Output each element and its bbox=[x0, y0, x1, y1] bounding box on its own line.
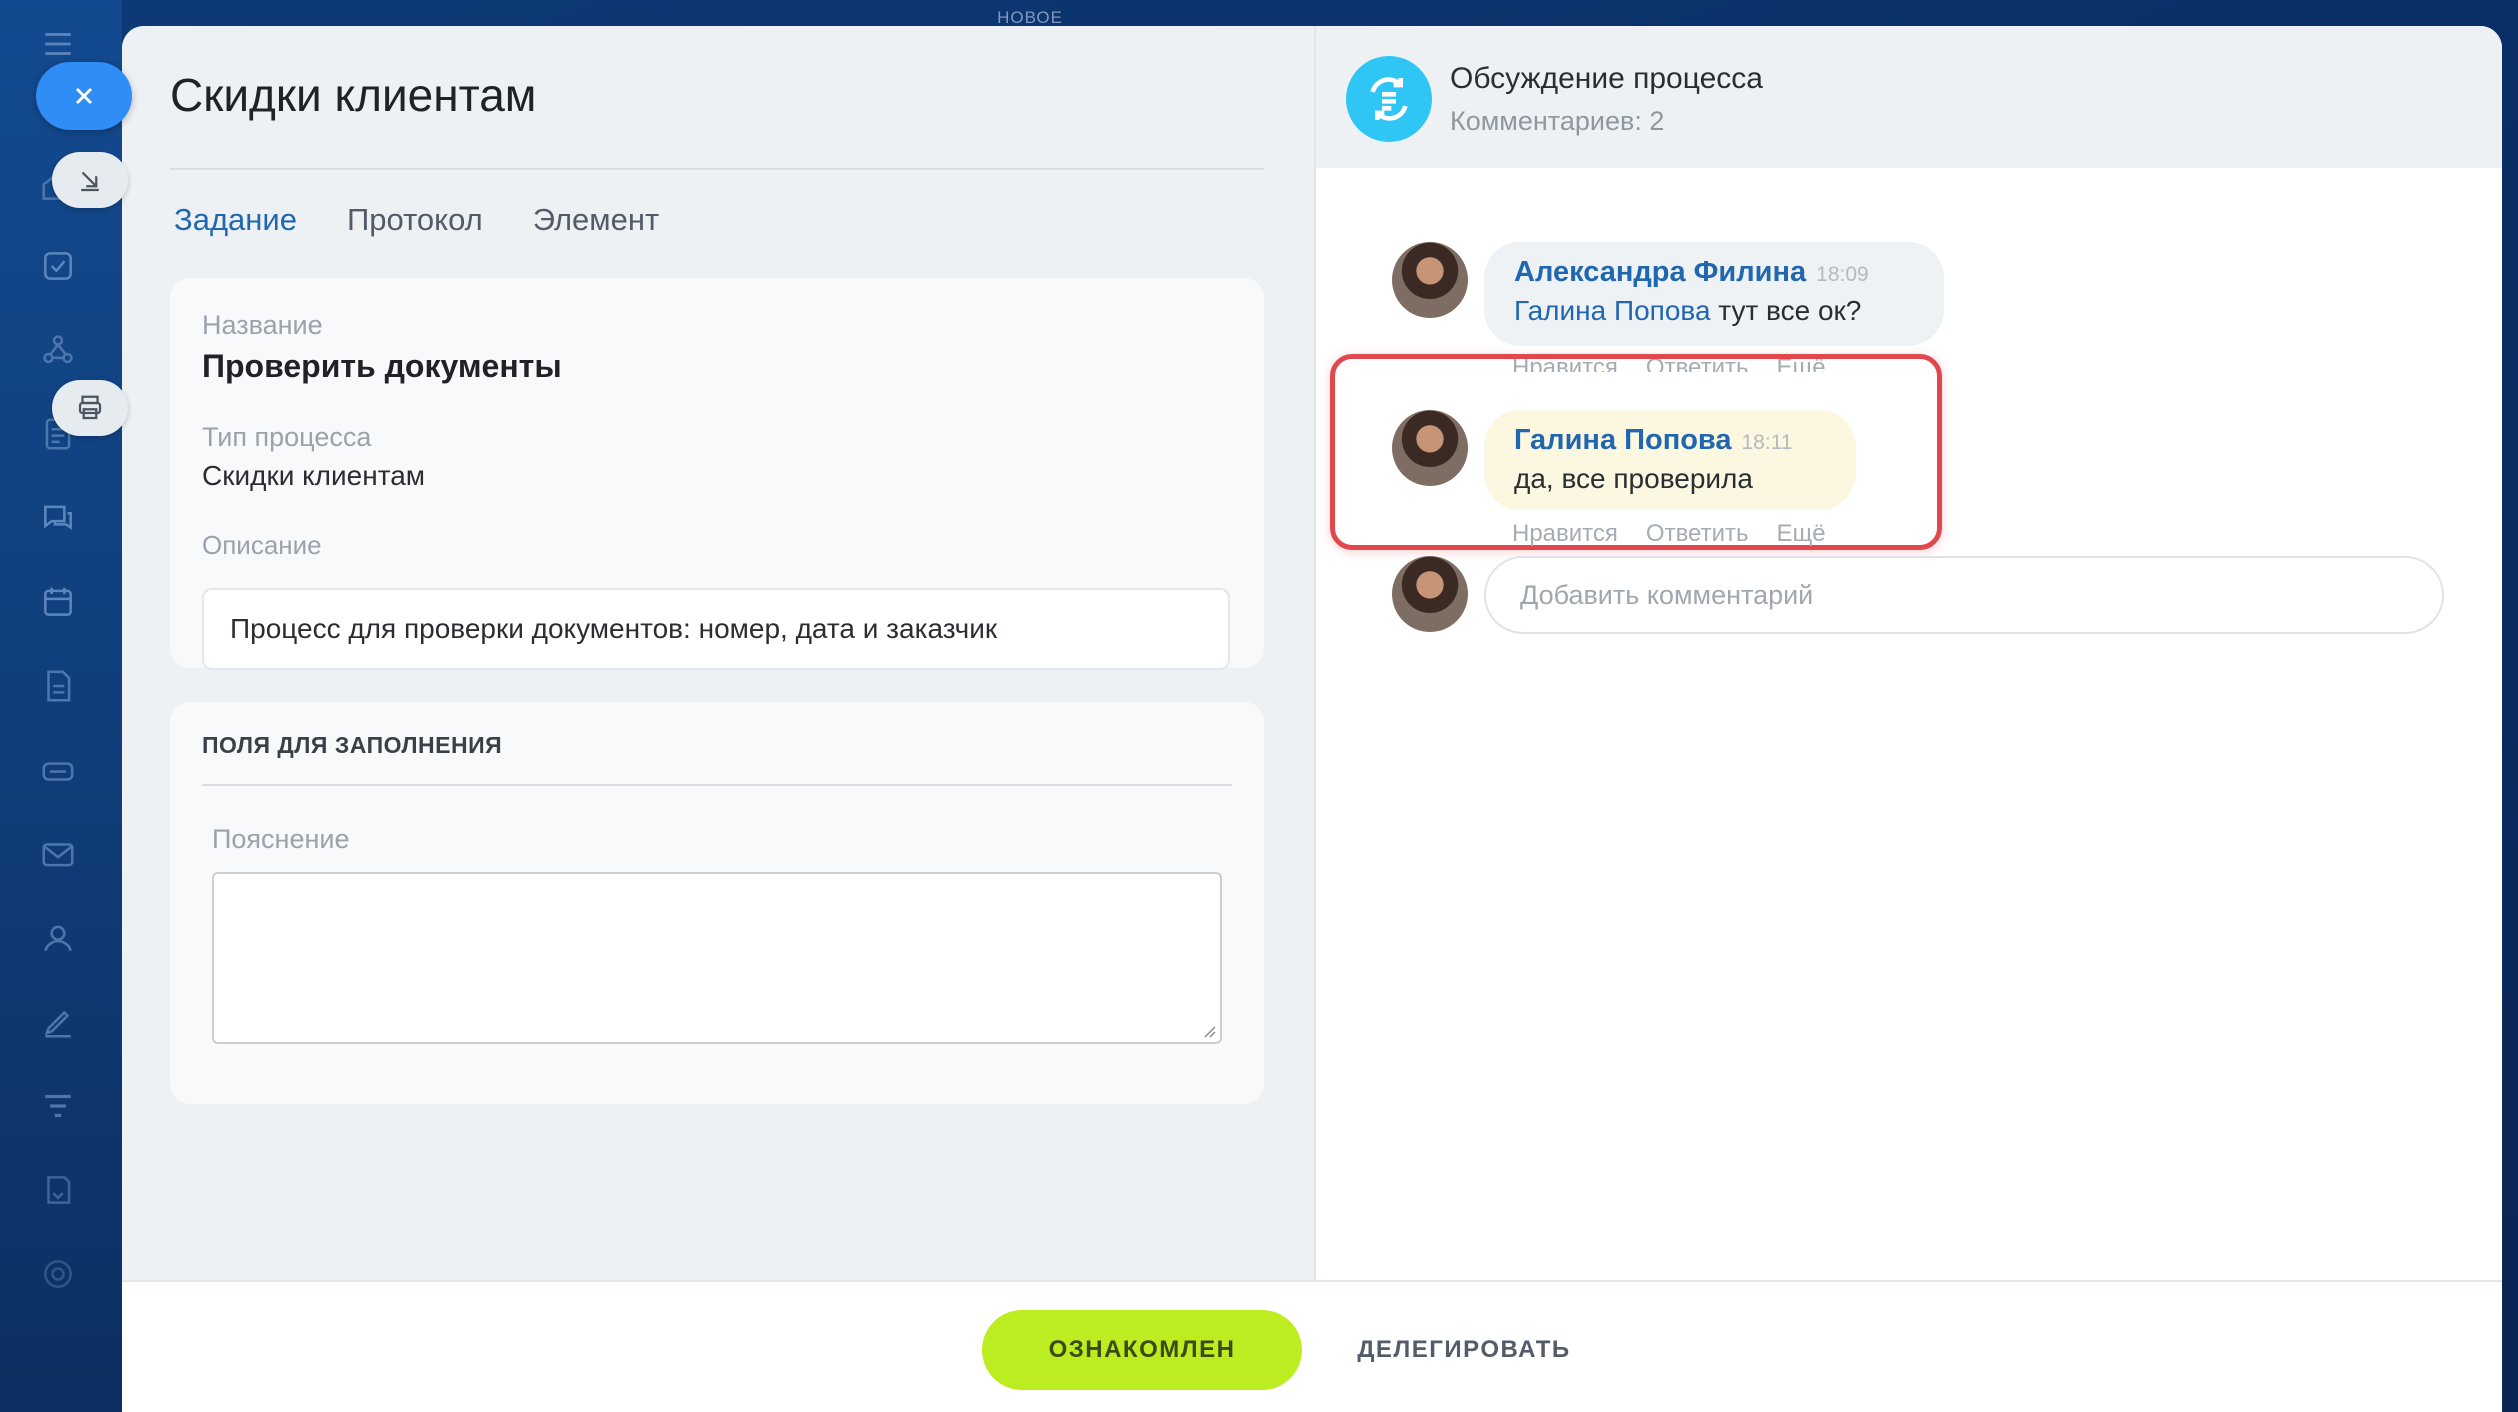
type-value: Скидки клиентам bbox=[202, 460, 426, 491]
type-label: Тип процесса bbox=[202, 422, 372, 452]
print-button[interactable] bbox=[52, 380, 128, 436]
storage-icon[interactable] bbox=[36, 748, 80, 792]
divider bbox=[202, 784, 1232, 786]
close-icon bbox=[76, 88, 92, 104]
comments-count: Комментариев: 2 bbox=[1450, 106, 1665, 136]
tab-protocol[interactable]: Протокол bbox=[347, 202, 483, 238]
resize-handle-icon[interactable] bbox=[1202, 1024, 1216, 1038]
tabs: Задание Протокол Элемент bbox=[174, 202, 659, 238]
mail-icon[interactable] bbox=[36, 832, 80, 876]
comment-body: тут все ок? bbox=[1710, 295, 1862, 326]
name-label: Название bbox=[202, 310, 323, 340]
divider bbox=[170, 168, 1264, 170]
chat-icon[interactable] bbox=[36, 496, 80, 540]
process-discussion-icon bbox=[1346, 56, 1432, 142]
comment-author[interactable]: Александра Филина bbox=[1514, 256, 1806, 288]
delegate-button[interactable]: ДЕЛЕГИРОВАТЬ bbox=[1344, 1310, 1584, 1390]
sign-icon[interactable] bbox=[36, 1000, 80, 1044]
new-label: НОВОЕ bbox=[997, 8, 1063, 27]
tab-task[interactable]: Задание bbox=[174, 202, 297, 238]
avatar[interactable] bbox=[1392, 242, 1468, 318]
reply-button[interactable]: Ответить bbox=[1646, 520, 1749, 548]
more-button[interactable]: Ещё bbox=[1777, 520, 1826, 548]
crm-icon[interactable] bbox=[36, 328, 80, 372]
comment-time: 18:11 bbox=[1741, 431, 1793, 454]
footer-bar: ОЗНАКОМЛЕН ДЕЛЕГИРОВАТЬ bbox=[122, 1280, 2502, 1412]
filter-icon[interactable] bbox=[36, 1084, 80, 1128]
name-value: Проверить документы bbox=[202, 348, 562, 384]
like-button[interactable]: Нравится bbox=[1512, 520, 1618, 548]
collapse-button[interactable] bbox=[52, 152, 128, 208]
file-icon[interactable] bbox=[36, 664, 80, 708]
comment-bubble: Галина Попова 18:11 да, все проверила bbox=[1484, 410, 1856, 510]
contacts-icon[interactable] bbox=[36, 916, 80, 960]
menu-icon[interactable] bbox=[36, 22, 80, 66]
mention-link[interactable]: Галина Попова bbox=[1514, 295, 1711, 326]
comment-author[interactable]: Галина Попова bbox=[1514, 424, 1732, 456]
tasks-icon[interactable] bbox=[36, 244, 80, 288]
avatar bbox=[1392, 556, 1468, 632]
page-title: Скидки клиентам bbox=[170, 69, 537, 121]
slider-panel: Скидки клиентам Задание Протокол Элемент… bbox=[122, 26, 2502, 1412]
calendar-icon[interactable] bbox=[36, 580, 80, 624]
explanation-textarea[interactable] bbox=[212, 872, 1222, 1044]
task-info-card: Название Проверить документы Тип процесс… bbox=[170, 278, 1264, 670]
discussion-title: Обсуждение процесса bbox=[1450, 62, 1763, 95]
comment-bubble: Александра Филина 18:09 Галина Попова тут… bbox=[1484, 242, 1944, 346]
app-sidebar bbox=[0, 0, 122, 1412]
arrow-down-right-icon bbox=[81, 171, 99, 192]
comment-text: да, все проверила bbox=[1514, 463, 1753, 494]
comment-time: 18:09 bbox=[1816, 263, 1869, 286]
description-value: Процесс для проверки документов: номер, … bbox=[202, 588, 1230, 670]
add-comment-input[interactable]: Добавить комментарий bbox=[1484, 556, 2444, 634]
section-heading: ПОЛЯ ДЛЯ ЗАПОЛНЕНИЯ bbox=[202, 732, 503, 758]
tab-element[interactable]: Элемент bbox=[533, 202, 659, 238]
discussion-column: Обсуждение процесса Комментариев: 2 Алек… bbox=[1314, 26, 2502, 1280]
task-column: Скидки клиентам Задание Протокол Элемент… bbox=[122, 26, 1312, 1280]
comment-text: Галина Попова тут все ок? bbox=[1514, 295, 1914, 327]
description-label: Описание bbox=[202, 530, 322, 560]
close-button[interactable] bbox=[36, 62, 132, 130]
explanation-label: Пояснение bbox=[212, 824, 350, 854]
discussion-header: Обсуждение процесса Комментариев: 2 bbox=[1316, 26, 2502, 168]
report-icon[interactable] bbox=[36, 1168, 80, 1212]
settings-icon[interactable] bbox=[36, 1252, 80, 1296]
comment-actions: Нравится Ответить Ещё bbox=[1512, 520, 1826, 548]
avatar[interactable] bbox=[1392, 410, 1468, 486]
fill-fields-card: ПОЛЯ ДЛЯ ЗАПОЛНЕНИЯ Пояснение bbox=[170, 702, 1264, 1104]
acknowledge-button[interactable]: ОЗНАКОМЛЕН bbox=[982, 1310, 1302, 1390]
print-icon bbox=[78, 395, 102, 420]
